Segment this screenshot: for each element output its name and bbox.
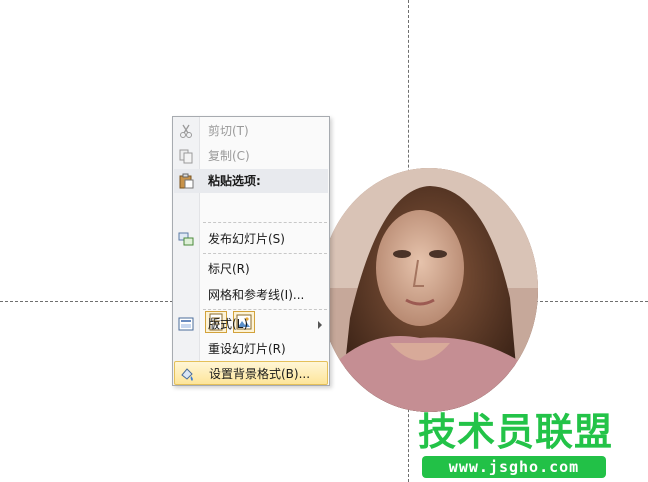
menu-separator <box>203 309 327 310</box>
menu-item-grids-guides[interactable]: 网格和参考线(I)... <box>174 283 328 307</box>
menu-item-label: 复制(C) <box>208 149 250 163</box>
layout-icon <box>178 316 194 332</box>
menu-separator <box>203 222 327 223</box>
copy-icon <box>178 148 194 164</box>
publish-slides-icon <box>178 231 194 247</box>
menu-item-label: 网格和参考线(I)... <box>208 288 305 302</box>
menu-item-label: 重设幻灯片(R) <box>208 342 286 356</box>
menu-item-layout[interactable]: 版式(L) <box>174 312 328 336</box>
menu-item-label: 剪切(T) <box>208 124 249 138</box>
paste-options-header: 粘贴选项: <box>174 169 328 193</box>
format-background-icon <box>179 366 195 382</box>
scissors-icon <box>178 123 194 139</box>
context-menu: 剪切(T) 复制(C) 粘贴选项: 发布幻灯片(S) 标尺(R) 网格和参考线(… <box>172 116 330 386</box>
menu-item-label: 版式(L) <box>208 317 249 331</box>
watermark-title: 技术员联盟 <box>418 410 614 454</box>
menu-item-format-background[interactable]: 设置背景格式(B)... <box>174 361 328 385</box>
circular-portrait-photo[interactable] <box>320 168 538 412</box>
menu-separator <box>203 253 327 254</box>
paste-clipboard-icon <box>178 173 194 189</box>
menu-item-reset-slide[interactable]: 重设幻灯片(R) <box>174 337 328 361</box>
portrait-illustration <box>320 168 538 412</box>
menu-item-publish-slides[interactable]: 发布幻灯片(S) <box>174 227 328 251</box>
menu-item-label: 粘贴选项: <box>208 174 261 188</box>
menu-item-label: 设置背景格式(B)... <box>209 367 311 381</box>
menu-item-ruler[interactable]: 标尺(R) <box>174 257 328 281</box>
watermark-url: www.jsgho.com <box>422 456 606 478</box>
menu-item-copy[interactable]: 复制(C) <box>174 144 328 168</box>
menu-item-label: 标尺(R) <box>208 262 250 276</box>
submenu-arrow-icon <box>318 321 322 329</box>
menu-item-label: 发布幻灯片(S) <box>208 232 285 246</box>
menu-item-cut[interactable]: 剪切(T) <box>174 119 328 143</box>
site-watermark: 技术员联盟 www.jsgho.com <box>418 410 612 482</box>
